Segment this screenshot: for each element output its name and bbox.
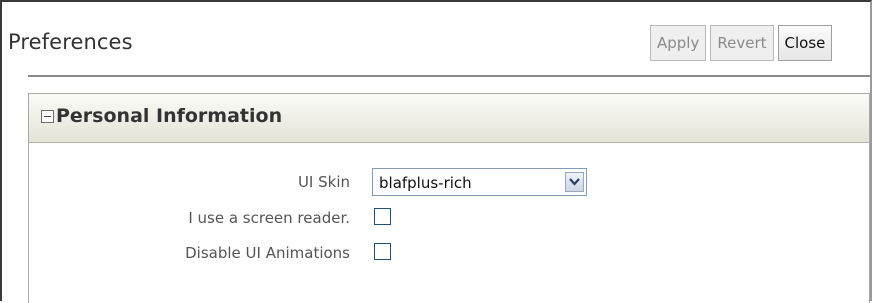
disable-animations-row: Disable UI Animations	[29, 239, 869, 269]
preferences-dialog: Preferences Apply Revert Close Personal …	[0, 0, 872, 303]
disable-animations-checkbox[interactable]	[374, 243, 391, 260]
screen-reader-checkbox[interactable]	[374, 208, 391, 225]
collapse-icon[interactable]	[41, 110, 54, 123]
dialog-header: Preferences Apply Revert Close	[2, 2, 870, 72]
apply-button[interactable]: Apply	[650, 25, 707, 61]
header-divider	[28, 75, 870, 77]
ui-skin-select[interactable]: blafplus-rich	[372, 168, 587, 196]
ui-skin-value: blafplus-rich	[379, 174, 472, 192]
disable-animations-label: Disable UI Animations	[185, 244, 350, 262]
panel-header[interactable]: Personal Information	[29, 94, 869, 143]
chevron-down-glyph	[569, 178, 580, 186]
revert-button[interactable]: Revert	[710, 25, 774, 61]
panel-title: Personal Information	[56, 105, 283, 127]
ui-skin-row: UI Skin blafplus-rich	[29, 168, 869, 198]
chevron-down-icon[interactable]	[565, 172, 584, 192]
personal-information-panel: Personal Information UI Skin blafplus-ri…	[28, 93, 870, 303]
toolbar: Apply Revert Close	[650, 25, 833, 63]
screen-reader-row: I use a screen reader.	[29, 204, 869, 234]
page-title: Preferences	[8, 30, 133, 54]
close-button[interactable]: Close	[777, 25, 833, 61]
screen-reader-label: I use a screen reader.	[188, 209, 350, 227]
ui-skin-label: UI Skin	[297, 173, 350, 191]
